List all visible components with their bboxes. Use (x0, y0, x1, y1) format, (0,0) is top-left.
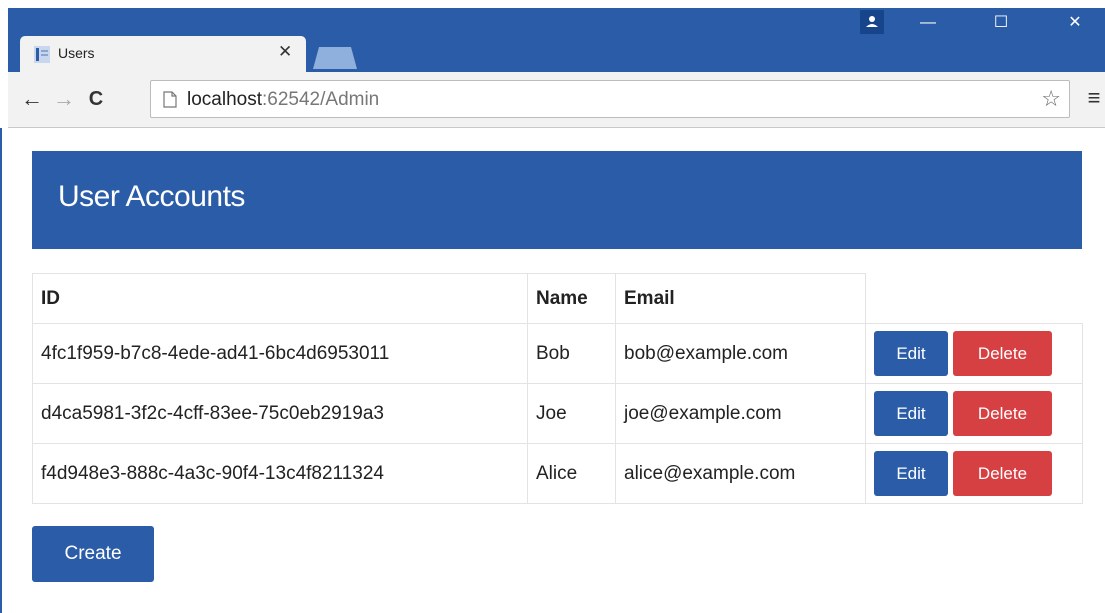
user-name-cell: Alice (527, 443, 616, 504)
user-id-cell: 4fc1f959-b7c8-4ede-ad41-6bc4d6953011 (32, 323, 528, 384)
user-accounts-table: ID Name Email 4fc1f959-b7c8-4ede-ad41-6b… (32, 273, 1083, 504)
address-bar[interactable]: localhost:62542/Admin ☆ (150, 80, 1070, 118)
user-email-cell: alice@example.com (615, 443, 866, 504)
delete-button[interactable]: Delete (953, 331, 1052, 376)
user-name-cell: Joe (527, 383, 616, 444)
window-frame-left (0, 128, 8, 613)
edit-button[interactable]: Edit (874, 331, 948, 376)
page-title: User Accounts (58, 180, 245, 213)
minimize-icon[interactable]: — (905, 8, 951, 38)
column-header-id: ID (32, 273, 528, 324)
actions-cell: Edit Delete (865, 323, 1083, 384)
user-email-cell: joe@example.com (615, 383, 866, 444)
tab-title: Users (58, 45, 95, 61)
actions-cell: Edit Delete (865, 443, 1083, 504)
edit-button[interactable]: Edit (874, 451, 948, 496)
table-row: 4fc1f959-b7c8-4ede-ad41-6bc4d6953011 Bob… (32, 323, 1083, 384)
edit-button[interactable]: Edit (874, 391, 948, 436)
delete-button[interactable]: Delete (953, 451, 1052, 496)
user-id-cell: f4d948e3-888c-4a3c-90f4-13c4f8211324 (32, 443, 528, 504)
user-id-cell: d4ca5981-3f2c-4cff-83ee-75c0eb2919a3 (32, 383, 528, 444)
table-header-row: ID Name Email (32, 273, 1083, 324)
column-header-email: Email (615, 273, 866, 324)
table-row: d4ca5981-3f2c-4cff-83ee-75c0eb2919a3 Joe… (32, 383, 1083, 444)
column-header-name: Name (527, 273, 616, 324)
delete-button[interactable]: Delete (953, 391, 1052, 436)
window-close-icon[interactable]: ✕ (1050, 8, 1100, 38)
create-button[interactable]: Create (32, 526, 154, 582)
table-row: f4d948e3-888c-4a3c-90f4-13c4f8211324 Ali… (32, 443, 1083, 504)
reload-icon[interactable]: C (84, 86, 108, 112)
user-name-cell: Bob (527, 323, 616, 384)
browser-tab[interactable]: Users ✕ (20, 36, 306, 72)
browser-toolbar: ← → C localhost:62542/Admin ☆ ≡ (8, 72, 1105, 128)
page-favicon-icon (34, 46, 50, 63)
forward-arrow-icon[interactable]: → (52, 86, 76, 112)
url-text[interactable]: localhost:62542/Admin (187, 89, 379, 111)
page-icon (163, 91, 177, 108)
maximize-icon[interactable]: ☐ (978, 8, 1024, 38)
menu-icon[interactable]: ≡ (1083, 84, 1105, 112)
new-tab-button[interactable] (313, 47, 357, 69)
bookmark-star-icon[interactable]: ☆ (1041, 86, 1061, 112)
column-header-actions (865, 273, 1083, 324)
page-header-banner: User Accounts (32, 151, 1082, 249)
profile-icon[interactable] (860, 10, 884, 34)
tab-close-icon[interactable]: ✕ (278, 42, 292, 62)
user-email-cell: bob@example.com (615, 323, 866, 384)
back-arrow-icon[interactable]: ← (20, 86, 44, 112)
actions-cell: Edit Delete (865, 383, 1083, 444)
